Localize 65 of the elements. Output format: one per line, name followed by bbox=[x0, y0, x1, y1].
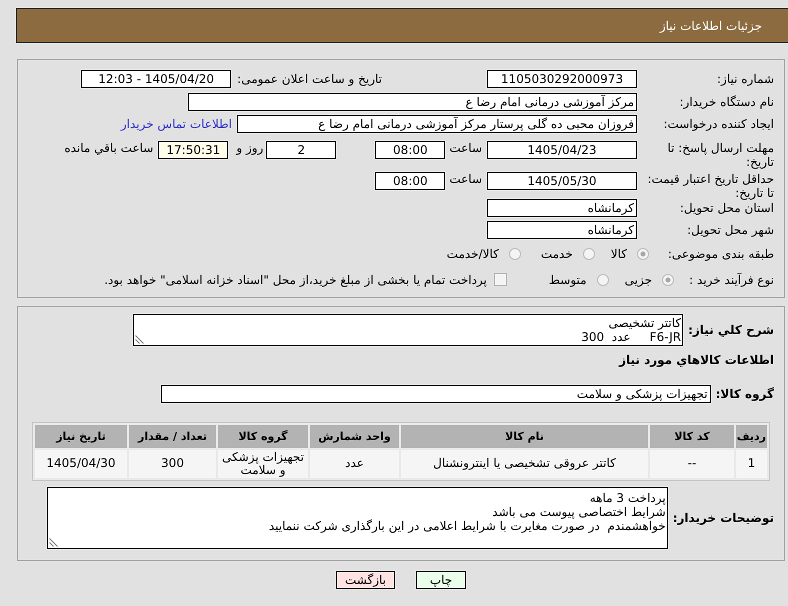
page-title: جزئیات اطلاعات نیاز bbox=[660, 18, 762, 32]
column-header[interactable]: گروه کالا bbox=[218, 424, 308, 448]
field-label: روز و bbox=[236, 140, 264, 154]
option-label: متوسط bbox=[548, 272, 587, 286]
field-label: ایجاد کننده درخواست: bbox=[662, 117, 774, 132]
table-cell: 1405/04/30 bbox=[35, 450, 127, 478]
column-header[interactable]: نام کالا bbox=[401, 424, 648, 448]
field-label: نام دستگاه خریدار: bbox=[678, 94, 774, 109]
field-label: طبقه بندی موضوعی: bbox=[666, 247, 774, 261]
buyer-org-field[interactable]: مرکز آموزشی درمانی امام رضا ع bbox=[188, 92, 637, 111]
field-label: توضیحات خریدار: bbox=[672, 510, 774, 524]
option-label: کالا bbox=[610, 247, 627, 261]
table-cell: -- bbox=[650, 450, 734, 478]
radio-button[interactable] bbox=[637, 248, 649, 260]
table-cell: کاتتر عروقی تشخیصی یا اینترونشنال bbox=[401, 450, 648, 478]
resize-grip-icon[interactable] bbox=[135, 335, 144, 344]
print-button[interactable]: چاپ bbox=[416, 570, 466, 588]
column-header[interactable]: کد کالا bbox=[650, 424, 734, 448]
radio-button[interactable] bbox=[596, 274, 609, 286]
radio-button[interactable] bbox=[662, 274, 674, 286]
column-header[interactable]: تاریخ نیاز bbox=[35, 424, 127, 448]
time-field[interactable]: 08:00 bbox=[375, 140, 446, 158]
time-field[interactable]: 08:00 bbox=[375, 172, 446, 190]
field-label: گروه کالا: bbox=[716, 386, 774, 400]
field-label: تاریخ و ساعت اعلان عمومی: bbox=[237, 72, 382, 86]
radio-button[interactable] bbox=[508, 248, 521, 260]
checkbox[interactable] bbox=[494, 273, 507, 286]
option-label: خدمت bbox=[540, 247, 573, 261]
date-time-field[interactable]: 1405/04/20 - 12:03 bbox=[81, 70, 232, 88]
remaining-time-field[interactable]: 17:50:31 bbox=[158, 140, 228, 158]
resize-grip-icon[interactable] bbox=[48, 538, 58, 546]
column-header[interactable]: واحد شمارش bbox=[310, 424, 399, 448]
option-label: جزیی bbox=[624, 272, 652, 286]
field-label: حداقل تاریخ اعتبار قیمت: تا تاریخ: bbox=[646, 172, 774, 200]
column-header[interactable]: تعداد / مقدار bbox=[129, 424, 216, 448]
field-label: شهر محل تحویل: bbox=[686, 223, 774, 238]
option-label: کالا/خدمت bbox=[446, 247, 499, 261]
days-field[interactable]: 2 bbox=[266, 140, 336, 158]
field-label: مهلت ارسال پاسخ: تا تاریخ: bbox=[666, 140, 774, 168]
description-field[interactable]: کاتتر تشخیصی F6-JR عدد 300 bbox=[133, 314, 684, 346]
field-label: ساعت bbox=[449, 172, 482, 186]
column-header[interactable]: ردیف bbox=[736, 424, 767, 448]
province-field[interactable]: کرمانشاه bbox=[487, 198, 637, 217]
field-label: شرح کلي نیاز: bbox=[688, 323, 774, 338]
table-cell: عدد bbox=[310, 450, 399, 478]
table-cell: 1 bbox=[736, 450, 767, 478]
city-field[interactable]: کرمانشاه bbox=[487, 221, 637, 240]
field-label: ساعت bbox=[449, 140, 482, 154]
section-title: اطلاعات كالاهاي مورد نياز bbox=[618, 352, 774, 368]
radio-button[interactable] bbox=[582, 248, 595, 260]
table-cell: تجهیزات پزشکی و سلامت bbox=[218, 450, 308, 478]
notes-field[interactable]: پرداخت 3 ماهه شرایط اختصاصی پیوست می باشد خواهشمندم در صورت مغایرت با شرایط اعلامی در این بارگذاری شرکت ننمایید bbox=[46, 486, 668, 548]
field-label: ساعت باقي مانده bbox=[64, 140, 154, 154]
date-field[interactable]: 1405/05/30 bbox=[487, 172, 637, 190]
field-label: استان محل تحویل: bbox=[678, 200, 774, 215]
goods-group-field[interactable]: تجهیزات پزشکی و سلامت bbox=[160, 384, 711, 402]
back-button[interactable]: بازگشت bbox=[336, 570, 395, 588]
table-cell: 300 bbox=[129, 450, 216, 478]
need-number-field[interactable]: 1105030292000973 bbox=[487, 70, 637, 88]
field-label: شماره نیاز: bbox=[716, 72, 774, 86]
field-label: نوع فرآیند خرید : bbox=[688, 272, 774, 286]
contact-link[interactable]: اطلاعات تماس خریدار bbox=[120, 117, 232, 132]
checkbox-label: پرداخت تمام یا بخشی از مبلغ خرید،از محل "اسناد خزانه اسلامی" خواهد بود. bbox=[104, 272, 487, 286]
requester-field[interactable]: فروزان محبی ده گلی پرستار مرکز آموزشی درمانی امام رضا ع bbox=[237, 115, 637, 134]
date-field[interactable]: 1405/04/23 bbox=[487, 140, 637, 158]
